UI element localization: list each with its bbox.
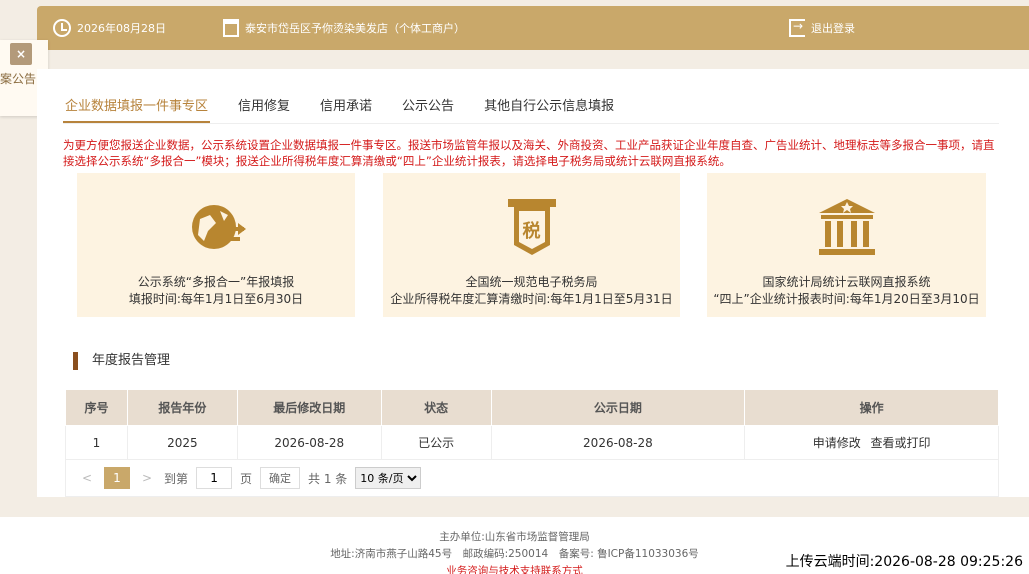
card-time: 填报时间:每年1月1日至6月30日: [128, 292, 304, 306]
side-notice-link[interactable]: 案公告: [0, 70, 36, 87]
shop-item: 泰安市岱岳区予你烫染美发店（个体工商户）: [223, 19, 465, 37]
goto-label: 到第: [164, 471, 189, 486]
tab-bar: 企业数据填报一件事专区 信用修复 信用承诺 公示公告 其他自行公示信息填报: [63, 89, 616, 123]
government-building-icon: [818, 199, 875, 255]
logout-button[interactable]: 退出登录: [789, 19, 855, 37]
page-number-current[interactable]: 1: [104, 467, 130, 489]
col-header: 状态: [380, 389, 492, 426]
date-item: 2026年08月28日: [53, 19, 166, 37]
logout-label: 退出登录: [811, 22, 855, 35]
cell-modified: 2026-08-28: [236, 425, 382, 460]
total-count: 共 1 条: [308, 471, 348, 486]
tab-credit-commitment[interactable]: 信用承诺: [318, 89, 374, 123]
card-tax-bureau[interactable]: 税 全国统一规范电子税务局 企业所得税年度汇算清缴时间:每年1月1日至5月31日: [383, 173, 680, 317]
card-title: 全国统一规范电子税务局: [465, 275, 598, 289]
cell-year: 2025: [126, 425, 238, 460]
col-header: 操作: [744, 389, 999, 426]
cell-status: 已公示: [380, 425, 492, 460]
col-header: 序号: [65, 389, 128, 426]
service-cards: 公示系统“多报合一”年报填报 填报时间:每年1月1日至6月30日 税 全国统一规…: [77, 173, 987, 317]
cell-operations: 申请修改 查看或打印: [744, 425, 999, 460]
header-shop-name: 泰安市岱岳区予你烫染美发店（个体工商户）: [245, 22, 465, 35]
logout-icon: [789, 19, 805, 37]
main-panel: 企业数据填报一件事专区 信用修复 信用承诺 公示公告 其他自行公示信息填报 为更…: [37, 69, 1029, 497]
card-statistics[interactable]: 国家统计局统计云联网直报系统 “四上”企业统计报表时间:每年1月20日至3月10…: [707, 173, 986, 317]
top-bar: 2026年08月28日 泰安市岱岳区予你烫染美发店（个体工商户） 退出登录: [37, 6, 1029, 50]
store-icon: [223, 19, 239, 37]
col-header: 公示日期: [490, 389, 746, 426]
footer-sponsor: 主办单位:山东省市场监督管理局: [439, 531, 590, 543]
close-icon[interactable]: ×: [10, 43, 32, 65]
page-unit-label: 页: [240, 471, 253, 486]
confirm-button[interactable]: 确定: [260, 467, 301, 489]
tab-other-disclosure[interactable]: 其他自行公示信息填报: [482, 89, 616, 123]
annual-report-table: 序号 报告年份 最后修改日期 状态 公示日期 操作 1 2025 2026-08…: [65, 389, 999, 460]
cell-published: 2026-08-28: [490, 425, 746, 460]
section-title: 年度报告管理: [73, 352, 170, 370]
header-date: 2026年08月28日: [77, 22, 166, 35]
prev-page-button[interactable]: <: [78, 471, 96, 485]
page-jump-input[interactable]: [196, 467, 233, 489]
cell-no: 1: [65, 425, 128, 460]
col-header: 最后修改日期: [236, 389, 382, 426]
col-header: 报告年份: [126, 389, 238, 426]
tab-divider: [63, 123, 999, 124]
card-time: “四上”企业统计报表时间:每年1月20日至3月10日: [713, 292, 980, 306]
table-row: 1 2025 2026-08-28 已公示 2026-08-28 申请修改 查看…: [65, 425, 999, 460]
page-size-select[interactable]: 10 条/页: [355, 467, 422, 489]
clock-icon: [53, 19, 71, 37]
notice-text: 为更方便您报送企业数据，公示系统设置企业数据填报一件事专区。报送市场监管年报以及…: [63, 138, 995, 168]
card-annual-report[interactable]: 公示系统“多报合一”年报填报 填报时间:每年1月1日至6月30日: [77, 173, 355, 317]
tab-data-filing[interactable]: 企业数据填报一件事专区: [63, 89, 211, 123]
upload-time: 上传云端时间:2026-08-28 09:25:26: [785, 551, 1023, 571]
card-title: 公示系统“多报合一”年报填报: [137, 275, 295, 289]
tab-public-notice[interactable]: 公示公告: [400, 89, 456, 123]
next-page-button[interactable]: >: [138, 471, 156, 485]
card-time: 企业所得税年度汇算清缴时间:每年1月1日至5月31日: [390, 292, 673, 306]
tab-credit-repair[interactable]: 信用修复: [236, 89, 292, 123]
globe-arrows-icon: [192, 205, 246, 249]
card-title: 国家统计局统计云联网直报系统: [762, 275, 931, 289]
tax-icon-label: 税: [522, 221, 541, 242]
pagination: < 1 > 到第 页 确定 共 1 条 10 条/页: [65, 459, 999, 497]
apply-modify-link[interactable]: 申请修改: [813, 436, 861, 450]
view-print-link[interactable]: 查看或打印: [871, 436, 931, 450]
